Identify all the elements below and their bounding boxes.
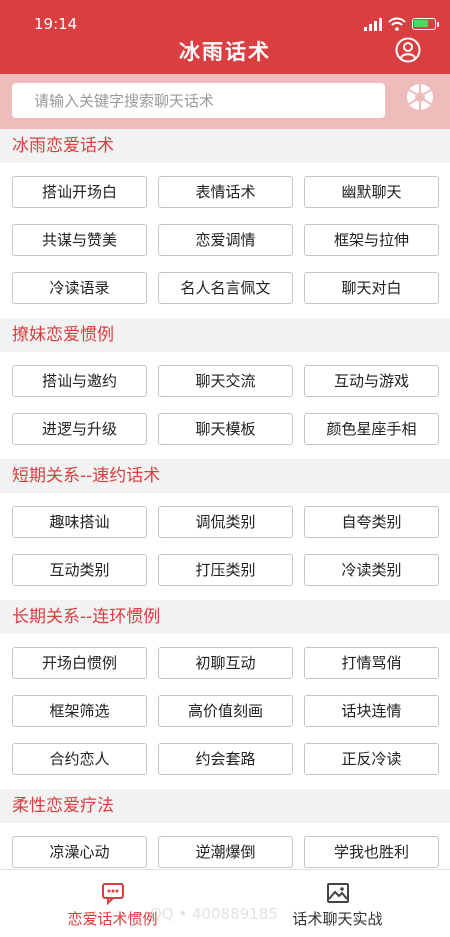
tab-chat-practice[interactable]: 话术聊天实战 (225, 870, 450, 937)
category-button[interactable]: 正反冷读 (304, 743, 439, 775)
category-button[interactable]: 调侃类别 (158, 506, 293, 538)
category-button[interactable]: 逆潮爆倒 (158, 836, 293, 868)
category-button[interactable]: 聊天模板 (158, 413, 293, 445)
category-button[interactable]: 凉澡心动 (12, 836, 147, 868)
page-title: 冰雨话术 (179, 40, 271, 64)
category-button[interactable]: 名人名言佩文 (158, 272, 293, 304)
section-grid: 搭讪开场白 表情话术 幽默聊天共谋与赞美 恋爱调情 框架与拉伸冷读语录 名人名言佩文 聊天对… (0, 163, 450, 318)
category-button[interactable]: 框架筛选 (12, 695, 147, 727)
category-button[interactable]: 共谋与赞美 (12, 224, 147, 256)
status-icons (364, 15, 439, 33)
category-button[interactable]: 约会套路 (158, 743, 293, 775)
category-list[interactable]: 冰雨恋爱话术搭讪开场白 表情话术 幽默聊天共谋与赞美 恋爱调情 框架与拉伸冷读语录 名人名… (0, 129, 450, 869)
app-header: 19:14 冰雨话术 (0, 0, 450, 74)
chat-bubble-icon (101, 883, 124, 905)
category-button[interactable]: 话块连情 (304, 695, 439, 727)
section-header: 长期关系--连环惯例 (0, 600, 450, 634)
section-grid: 凉澡心动 逆潮爆倒 学我也胜利 (0, 823, 450, 869)
bottom-tab-bar: 恋爱话术惯例 话术聊天实战 (0, 869, 450, 937)
category-button[interactable]: 冷读语录 (12, 272, 147, 304)
category-button[interactable]: 表情话术 (158, 176, 293, 208)
category-button[interactable]: 颜色星座手相 (304, 413, 439, 445)
category-button[interactable]: 互动与游戏 (304, 365, 439, 397)
category-button[interactable]: 冷读类别 (304, 554, 439, 586)
category-button[interactable]: 学我也胜利 (304, 836, 439, 868)
category-button[interactable]: 搭讪与邀约 (12, 365, 147, 397)
category-button[interactable]: 自夸类别 (304, 506, 439, 538)
section-grid: 趣味搭讪 调侃类别 自夸类别互动类别 打压类别 冷读类别 (0, 493, 450, 600)
tab-label: 话术聊天实战 (292, 910, 383, 928)
signal-icon (364, 17, 382, 31)
battery-icon (412, 18, 439, 30)
category-button[interactable]: 幽默聊天 (304, 176, 439, 208)
category-button[interactable]: 互动类别 (12, 554, 147, 586)
category-button[interactable]: 聊天对白 (304, 272, 439, 304)
section-header: 短期关系--速约话术 (0, 459, 450, 493)
category-button[interactable]: 打情骂俏 (304, 647, 439, 679)
category-button[interactable]: 合约恋人 (12, 743, 147, 775)
section-header: 撩妹恋爱惯例 (0, 318, 450, 352)
category-button[interactable]: 开场白惯例 (12, 647, 147, 679)
search-bar (0, 74, 450, 129)
category-button[interactable]: 进逻与升级 (12, 413, 147, 445)
user-profile-icon[interactable] (395, 37, 421, 63)
section-header: 冰雨恋爱话术 (0, 129, 450, 163)
category-button[interactable]: 高价值刻画 (158, 695, 293, 727)
category-button[interactable]: 框架与拉伸 (304, 224, 439, 256)
category-button[interactable]: 聊天交流 (158, 365, 293, 397)
section-grid: 搭讪与邀约 聊天交流 互动与游戏进逻与升级 聊天模板 颜色星座手相 (0, 352, 450, 459)
category-button[interactable]: 趣味搭讪 (12, 506, 147, 538)
aperture-icon[interactable] (405, 82, 435, 112)
category-button[interactable]: 搭讪开场白 (12, 176, 147, 208)
category-button[interactable]: 初聊互动 (158, 647, 293, 679)
section-header: 柔性恋爱疗法 (0, 789, 450, 823)
wifi-icon (388, 17, 406, 31)
section-grid: 开场白惯例 初聊互动 打情骂俏框架筛选 高价值刻画 话块连情合约恋人 约会套路 正反冷读 (0, 634, 450, 789)
tab-label: 恋爱话术惯例 (67, 910, 158, 928)
category-button[interactable]: 恋爱调情 (158, 224, 293, 256)
category-button[interactable]: 打压类别 (158, 554, 293, 586)
status-time: 19:14 (34, 15, 78, 33)
tab-love-talk-routines[interactable]: 恋爱话术惯例 (0, 870, 225, 937)
search-input[interactable] (12, 83, 385, 118)
image-icon (326, 883, 349, 903)
